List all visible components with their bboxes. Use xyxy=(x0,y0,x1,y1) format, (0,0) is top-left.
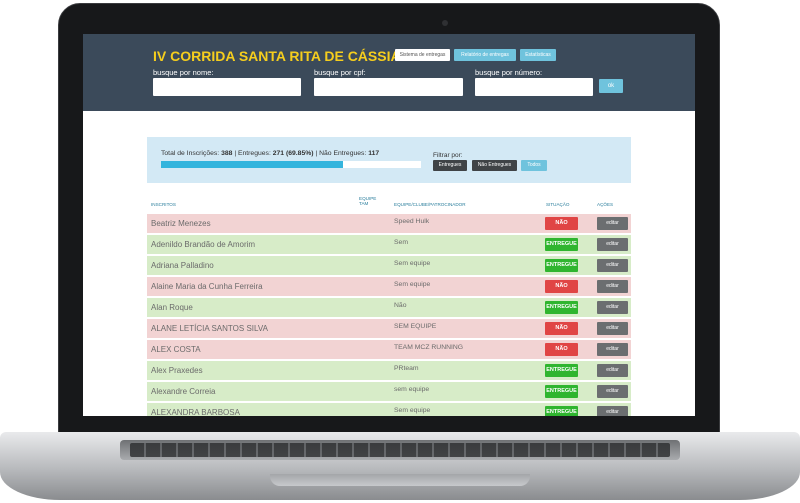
page-title: IV CORRIDA SANTA RITA DE CÁSSIA xyxy=(153,48,401,64)
registrant-name: ALANE LETÍCIA SANTOS SILVA xyxy=(151,324,268,333)
total-value: 388 xyxy=(221,150,233,157)
nav-statistics-button[interactable]: Estatísticas xyxy=(520,49,556,61)
filter-not-delivered-button[interactable]: Não Entregues xyxy=(472,160,517,171)
edit-button[interactable]: editar xyxy=(597,322,628,335)
delivered-value: 271 (69.85%) xyxy=(272,150,314,157)
status-badge: ENTREGUE xyxy=(545,406,578,416)
status-badge: NÃO ENTREGUE xyxy=(545,217,578,239)
search-name-input[interactable] xyxy=(153,78,301,96)
table-row: Alan Roque Não ENTREGUE editar xyxy=(147,298,631,317)
filter-delivered-button[interactable]: Entregues xyxy=(433,160,467,171)
edit-button[interactable]: editar xyxy=(597,385,628,398)
status-badge: ENTREGUE xyxy=(545,238,578,251)
edit-button[interactable]: editar xyxy=(597,238,628,251)
registrant-name: Alex Praxedes xyxy=(151,366,203,375)
screen: IV CORRIDA SANTA RITA DE CÁSSIA Sistema … xyxy=(83,34,695,416)
pending-value: 117 xyxy=(368,150,380,157)
registrant-team: Sem equipe xyxy=(394,407,431,414)
edit-button[interactable]: editar xyxy=(597,259,628,272)
registrant-team: Sem equipe xyxy=(394,281,431,288)
delivery-progress-fill xyxy=(161,161,343,168)
filter-all-button[interactable]: Todos xyxy=(521,160,547,171)
column-header-size: EQUIPE TAM xyxy=(359,196,377,206)
registrant-name: Adriana Palladino xyxy=(151,261,214,270)
registrant-name: ALEXANDRA BARBOSA xyxy=(151,408,240,416)
search-cpf-input[interactable] xyxy=(314,78,463,96)
table-row: Alexandre Correia sem equipe ENTREGUE edita… xyxy=(147,382,631,401)
status-badge: NÃO ENTREGUE xyxy=(545,343,578,365)
total-label: Total de Inscrições: xyxy=(161,150,220,157)
registrant-team: Sem xyxy=(394,239,408,246)
status-badge: NÃO ENTREGUE xyxy=(545,280,578,302)
edit-button[interactable]: editar xyxy=(597,217,628,230)
nav-delivery-system-button[interactable]: Sistema de entregas xyxy=(395,49,450,61)
nav-delivery-report-button[interactable]: Relatório de entregas xyxy=(454,49,516,61)
edit-button[interactable]: editar xyxy=(597,280,628,293)
laptop-hinge xyxy=(270,474,530,486)
registrant-team: PRteam xyxy=(394,365,419,372)
column-header-status: SITUAÇÃO xyxy=(546,202,570,207)
delivered-label: Entregues: xyxy=(237,150,271,157)
registrant-team: SEM EQUIPE xyxy=(394,323,437,330)
pending-label: Não Entregues: xyxy=(319,150,367,157)
table-row: Alex Praxedes PRteam ENTREGUE editar xyxy=(147,361,631,380)
column-header-actions: AÇÕES xyxy=(597,202,614,207)
table-row: ALEX COSTA TEAM MCZ RUNNING NÃO ENTREGUE ed… xyxy=(147,340,631,365)
registrant-team: Não xyxy=(394,302,407,309)
status-badge: ENTREGUE xyxy=(545,301,578,314)
registrant-name: Adenildo Brandão de Amorim xyxy=(151,240,256,249)
column-header-name: INSCRITOS xyxy=(151,202,176,207)
keyboard-keys xyxy=(130,443,670,457)
status-badge: ENTREGUE xyxy=(545,259,578,272)
status-badge: ENTREGUE xyxy=(545,364,578,377)
table-row: ALANE LETÍCIA SANTOS SILVA SEM EQUIPE NÃO … xyxy=(147,319,631,344)
edit-button[interactable]: editar xyxy=(597,301,628,314)
table-row: Beatriz Menezes Speed Hulk NÃO ENTREGUE edi… xyxy=(147,214,631,239)
registrant-name: Alaine Maria da Cunha Ferreira xyxy=(151,282,263,291)
status-badge: NÃO ENTREGUE xyxy=(545,322,578,344)
camera-icon xyxy=(442,20,448,26)
table-row: Adenildo Brandão de Amorim Sem ENTREGUE edi… xyxy=(147,235,631,254)
table-row: Adriana Palladino Sem equipe ENTREGUE edita… xyxy=(147,256,631,275)
summary-counts: Total de Inscrições: 388 | Entregues: 27… xyxy=(161,150,379,157)
edit-button[interactable]: editar xyxy=(597,343,628,356)
edit-button[interactable]: editar xyxy=(597,406,628,416)
table-row: ALEXANDRA BARBOSA Sem equipe ENTREGUE edita… xyxy=(147,403,631,416)
search-number-input[interactable] xyxy=(475,78,593,96)
filter-label: Filtrar por: xyxy=(433,152,463,159)
registrant-team: Speed Hulk xyxy=(394,218,430,225)
registrant-name: Beatriz Menezes xyxy=(151,219,211,228)
search-number-label: busque por número: xyxy=(475,68,543,77)
search-ok-button[interactable]: ok xyxy=(599,79,623,93)
registrant-name: Alan Roque xyxy=(151,303,193,312)
delivery-progress-bar xyxy=(161,161,421,168)
edit-button[interactable]: editar xyxy=(597,364,628,377)
column-header-team: EQUIPE/CLUBE/PATROCINADOR xyxy=(394,202,466,207)
registrant-team: TEAM MCZ RUNNING xyxy=(394,344,464,351)
registrant-name: Alexandre Correia xyxy=(151,387,216,396)
table-row: Alaine Maria da Cunha Ferreira Sem equipe… xyxy=(147,277,631,302)
summary-panel: Total de Inscrições: 388 | Entregues: 27… xyxy=(147,137,631,183)
registrant-team: sem equipe xyxy=(394,386,430,393)
search-cpf-label: busque por cpf: xyxy=(314,68,366,77)
registrant-name: ALEX COSTA xyxy=(151,345,201,354)
header-bar: IV CORRIDA SANTA RITA DE CÁSSIA Sistema … xyxy=(83,34,695,111)
search-name-label: busque por nome: xyxy=(153,68,214,77)
status-badge: ENTREGUE xyxy=(545,385,578,398)
registrant-team: Sem equipe xyxy=(394,260,431,267)
